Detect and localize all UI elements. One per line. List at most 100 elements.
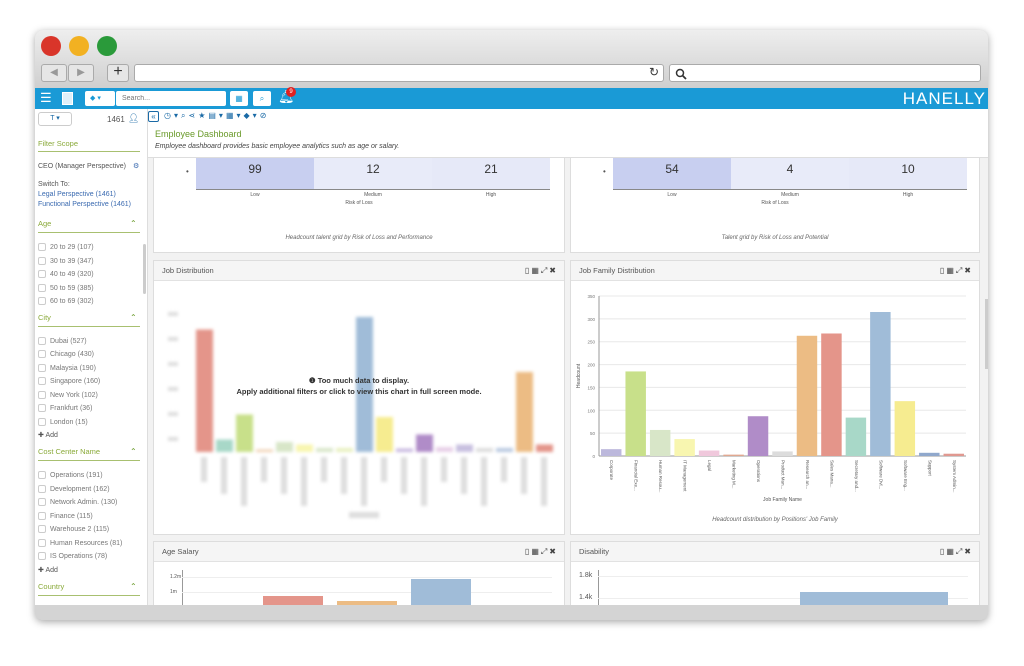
checkbox[interactable]	[38, 350, 46, 358]
blurred-bar	[396, 448, 413, 452]
history-icon[interactable]: ◷▾	[164, 111, 181, 120]
tag-icon[interactable]: ◆▾	[244, 111, 260, 120]
close-icon[interactable]: ✖	[549, 547, 558, 556]
filter-checkbox[interactable]: 40 to 49 (320)	[38, 270, 94, 278]
filter-checkbox[interactable]: 50 to 59 (385)	[38, 283, 94, 292]
cube-dropdown[interactable]: ◆ ▾	[85, 91, 115, 106]
blurred-bar	[416, 434, 433, 452]
filter-checkbox[interactable]: New York (102)	[38, 390, 98, 399]
x-tick-label: IT Management	[683, 460, 688, 492]
filter-checkbox[interactable]: 30 to 39 (347)	[38, 256, 94, 265]
layout-icon[interactable]: ▤▾	[208, 111, 226, 120]
browser-window: ◀ ▶ + ↻ ☰ ◆ ▾ ▦ ⌕ 🔔︎ 9 HANELLY T ▾ 1461 …	[35, 30, 988, 620]
checkbox[interactable]	[38, 243, 46, 251]
sidebar-scrollbar[interactable]	[143, 244, 146, 294]
menu-icon[interactable]: ☰	[40, 90, 52, 106]
checkbox[interactable]	[38, 283, 46, 292]
filter-section-title[interactable]: Age	[38, 219, 51, 228]
filter-checkbox[interactable]: 20 to 29 (107)	[38, 243, 94, 251]
filter-dropdown[interactable]: T ▾	[38, 112, 72, 126]
main-scrollbar[interactable]	[985, 299, 988, 369]
share-icon[interactable]: ⋖	[188, 111, 198, 120]
apply-filters-message[interactable]: Apply additional filters or click to vie…	[154, 386, 564, 397]
job-family-bar-chart: 0 50 100 150 200 250 300 350 Corporate Financial …	[576, 294, 966, 503]
filter-checkbox[interactable]: Chicago (430)	[38, 350, 94, 358]
checkbox[interactable]	[38, 471, 46, 479]
legal-perspective-link[interactable]: Legal Perspective (1461)	[38, 191, 116, 198]
filter-section-title[interactable]: Country	[38, 582, 64, 591]
checkbox[interactable]	[38, 511, 46, 520]
filter-checkbox[interactable]: Dubai (527)	[38, 336, 87, 345]
filter-checkbox[interactable]: Malaysia (190)	[38, 363, 96, 372]
browser-search-field[interactable]	[669, 64, 981, 82]
chart-caption: Talent grid by Risk of Loss and Potentia…	[721, 235, 829, 241]
add-filter-button[interactable]: ✚ Add	[38, 566, 58, 574]
forward-button[interactable]: ▶	[68, 64, 94, 82]
close-window-button[interactable]	[41, 36, 61, 56]
filter-checkbox[interactable]: 60 to 69 (302)	[38, 297, 94, 305]
filter-checkbox[interactable]: IS Operations (78)	[38, 552, 107, 560]
x-tick-label: System Admin...	[952, 460, 957, 493]
table-icon[interactable]: ▦	[946, 547, 956, 556]
close-icon[interactable]: ✖	[549, 266, 558, 275]
collapse-chevron-icon[interactable]: ⌃	[130, 313, 137, 322]
checkbox[interactable]	[38, 484, 46, 493]
checkbox[interactable]	[38, 552, 46, 560]
address-bar[interactable]: ↻	[134, 64, 664, 82]
search-input[interactable]	[116, 91, 226, 106]
close-icon[interactable]: ✖	[964, 266, 973, 275]
checkbox[interactable]	[38, 525, 46, 533]
table-icon[interactable]: ▦	[946, 266, 956, 275]
chart-caption: Headcount talent grid by Risk of Loss an…	[285, 235, 433, 241]
y-tick-label: 0	[592, 454, 595, 459]
filter-checkbox[interactable]: Human Resources (81)	[38, 538, 122, 547]
filter-section-title[interactable]: City	[38, 313, 51, 322]
table-icon[interactable]: ▦	[531, 547, 541, 556]
close-icon[interactable]: ✖	[964, 547, 973, 556]
filter-checkbox[interactable]: Warehouse 2 (115)	[38, 525, 109, 533]
minimize-window-button[interactable]	[69, 36, 89, 56]
reload-icon[interactable]: ↻	[649, 65, 659, 79]
filter-checkbox[interactable]: Network Admin. (130)	[38, 498, 117, 506]
checkbox[interactable]	[38, 377, 46, 385]
checkbox[interactable]	[38, 417, 46, 426]
no-filter-icon[interactable]: ⊘	[260, 111, 270, 120]
checkbox[interactable]	[38, 404, 46, 412]
collapse-chevron-icon[interactable]: ⌃	[130, 219, 137, 228]
filter-checkbox[interactable]: Finance (115)	[38, 511, 93, 520]
bar-14	[943, 453, 964, 456]
functional-perspective-link[interactable]: Functional Perspective (1461)	[38, 201, 131, 208]
new-tab-button[interactable]: +	[107, 64, 129, 82]
settings-icon[interactable]: ⚙	[133, 162, 139, 170]
checkbox[interactable]	[38, 336, 46, 345]
grid-icon[interactable]: ▦▾	[226, 111, 244, 120]
calendar-button[interactable]: ▦	[230, 91, 248, 106]
blurred-job-chart[interactable]	[154, 282, 564, 532]
maximize-window-button[interactable]	[97, 36, 117, 56]
panel-icon[interactable]	[62, 92, 73, 105]
filter-checkbox[interactable]: London (15)	[38, 417, 88, 426]
collapse-sidebar-button[interactable]: «	[148, 111, 159, 122]
checkbox[interactable]	[38, 390, 46, 399]
y-tick-label: 350	[587, 294, 595, 299]
checkbox[interactable]	[38, 270, 46, 278]
checkbox[interactable]	[38, 297, 46, 305]
filter-checkbox[interactable]: Frankfurt (36)	[38, 404, 92, 412]
checkbox[interactable]	[38, 363, 46, 372]
search-button[interactable]: ⌕	[253, 91, 271, 106]
collapse-chevron-icon[interactable]: ⌃	[130, 447, 137, 456]
filter-checkbox[interactable]: Development (162)	[38, 484, 110, 493]
checkbox[interactable]	[38, 498, 46, 506]
checkbox[interactable]	[38, 538, 46, 547]
add-filter-button[interactable]: ✚ Add	[38, 431, 58, 439]
checkbox[interactable]	[38, 256, 46, 265]
filter-checkbox[interactable]: Operations (191)	[38, 471, 103, 479]
blurred-bar	[376, 417, 393, 452]
back-button[interactable]: ◀	[41, 64, 67, 82]
favorite-icon[interactable]: ★	[198, 111, 208, 120]
filter-section-title[interactable]: Cost Center Name	[38, 447, 100, 456]
x-tick-label: Low	[667, 192, 677, 198]
table-icon[interactable]: ▦	[531, 266, 541, 275]
filter-checkbox[interactable]: Singapore (160)	[38, 377, 100, 385]
collapse-chevron-icon[interactable]: ⌃	[130, 582, 137, 591]
